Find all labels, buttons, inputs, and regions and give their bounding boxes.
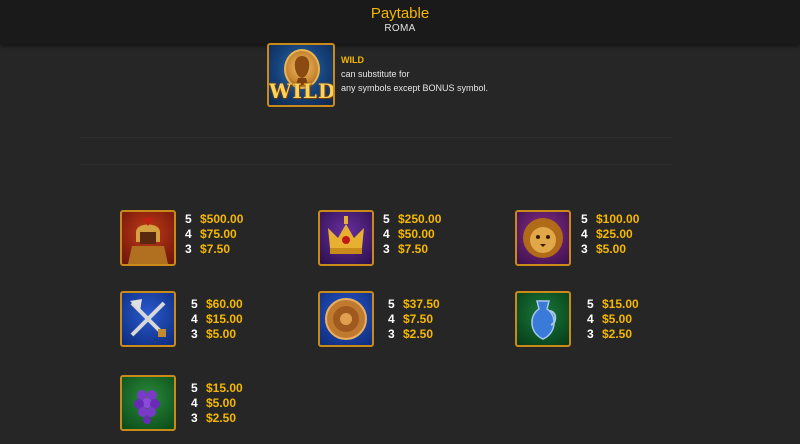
payout-amount: $250.00 <box>398 212 442 226</box>
paytable-symbol-grapes: 5 $15.00 4 $5.00 3 $2.50 <box>191 381 243 426</box>
pay-row: 5 $500.00 <box>185 212 243 227</box>
payout-amount: $5.00 <box>206 396 237 410</box>
payout-amount: $5.00 <box>602 312 633 326</box>
paytable-symbol-crown: 5 $250.00 4 $50.00 3 $7.50 <box>383 212 441 257</box>
paytable-symbol-crossed-weapons: 5 $60.00 4 $15.00 3 $5.00 <box>191 297 243 342</box>
match-count: 3 <box>185 242 192 256</box>
pay-row: 3 $5.00 <box>581 242 639 257</box>
wild-symbol-icon: WILD <box>267 43 335 107</box>
pay-row: 3 $2.50 <box>587 327 639 342</box>
match-count: 4 <box>587 312 594 326</box>
pay-row: 4 $7.50 <box>388 312 440 327</box>
paytable-symbol-shield: 5 $37.50 4 $7.50 3 $2.50 <box>388 297 440 342</box>
payout-amount: $2.50 <box>602 327 633 341</box>
match-count: 3 <box>191 411 198 425</box>
match-count: 5 <box>185 212 192 226</box>
match-count: 5 <box>191 297 198 311</box>
payout-amount: $7.50 <box>398 242 429 256</box>
match-count: 5 <box>388 297 395 311</box>
match-count: 3 <box>383 242 390 256</box>
pay-row: 5 $60.00 <box>191 297 243 312</box>
crown-icon <box>318 210 374 266</box>
divider <box>80 137 672 138</box>
payout-amount: $60.00 <box>206 297 243 311</box>
payout-amount: $500.00 <box>200 212 244 226</box>
divider <box>80 164 672 165</box>
match-count: 3 <box>581 242 588 256</box>
payout-amount: $100.00 <box>596 212 640 226</box>
payout-amount: $50.00 <box>398 227 435 241</box>
lion-icon <box>515 210 571 266</box>
payout-amount: $37.50 <box>403 297 440 311</box>
pay-row: 4 $25.00 <box>581 227 639 242</box>
payout-amount: $7.50 <box>200 242 231 256</box>
pay-row: 5 $15.00 <box>587 297 639 312</box>
payout-amount: $5.00 <box>596 242 627 256</box>
wild-line-2: any symbols except BONUS symbol. <box>341 83 489 93</box>
paytable-symbol-lion: 5 $100.00 4 $25.00 3 $5.00 <box>581 212 639 257</box>
match-count: 4 <box>191 396 198 410</box>
match-count: 5 <box>383 212 390 226</box>
match-count: 4 <box>191 312 198 326</box>
payout-amount: $15.00 <box>206 312 243 326</box>
pay-row: 4 $15.00 <box>191 312 243 327</box>
match-count: 4 <box>185 227 192 241</box>
pay-row: 5 $250.00 <box>383 212 441 227</box>
wild-icon-label: WILD <box>269 79 335 103</box>
gladiator-icon <box>120 210 176 266</box>
pay-row: 5 $100.00 <box>581 212 639 227</box>
match-count: 4 <box>383 227 390 241</box>
pay-row: 5 $37.50 <box>388 297 440 312</box>
paytable-header: Paytable ROMA <box>0 0 800 44</box>
shield-icon <box>318 291 374 347</box>
payout-amount: $2.50 <box>403 327 434 341</box>
pay-row: 3 $2.50 <box>191 411 243 426</box>
payout-amount: $2.50 <box>206 411 237 425</box>
match-count: 5 <box>581 212 588 226</box>
match-count: 4 <box>581 227 588 241</box>
payout-amount: $25.00 <box>596 227 633 241</box>
pay-row: 4 $50.00 <box>383 227 441 242</box>
vase-icon <box>515 291 571 347</box>
grapes-icon <box>120 375 176 431</box>
match-count: 3 <box>388 327 395 341</box>
pay-row: 5 $15.00 <box>191 381 243 396</box>
paytable-symbol-gladiator: 5 $500.00 4 $75.00 3 $7.50 <box>185 212 243 257</box>
pay-row: 4 $75.00 <box>185 227 243 242</box>
payout-amount: $15.00 <box>206 381 243 395</box>
pay-row: 3 $2.50 <box>388 327 440 342</box>
wild-line-1: can substitute for <box>341 69 410 79</box>
game-name: ROMA <box>384 23 416 34</box>
pay-row: 3 $7.50 <box>383 242 441 257</box>
match-count: 4 <box>388 312 395 326</box>
match-count: 3 <box>587 327 594 341</box>
pay-row: 4 $5.00 <box>587 312 639 327</box>
payout-amount: $15.00 <box>602 297 639 311</box>
pay-row: 3 $7.50 <box>185 242 243 257</box>
crossed-weapons-icon <box>120 291 176 347</box>
payout-amount: $75.00 <box>200 227 237 241</box>
match-count: 3 <box>191 327 198 341</box>
match-count: 5 <box>191 381 198 395</box>
paytable-symbol-vase: 5 $15.00 4 $5.00 3 $2.50 <box>587 297 639 342</box>
pay-row: 3 $5.00 <box>191 327 243 342</box>
wild-description: WILD can substitute for any symbols exce… <box>341 53 488 95</box>
payout-amount: $5.00 <box>206 327 237 341</box>
wild-name: WILD <box>341 55 364 65</box>
match-count: 5 <box>587 297 594 311</box>
page-title: Paytable <box>370 5 430 22</box>
payout-amount: $7.50 <box>403 312 434 326</box>
pay-row: 4 $5.00 <box>191 396 243 411</box>
